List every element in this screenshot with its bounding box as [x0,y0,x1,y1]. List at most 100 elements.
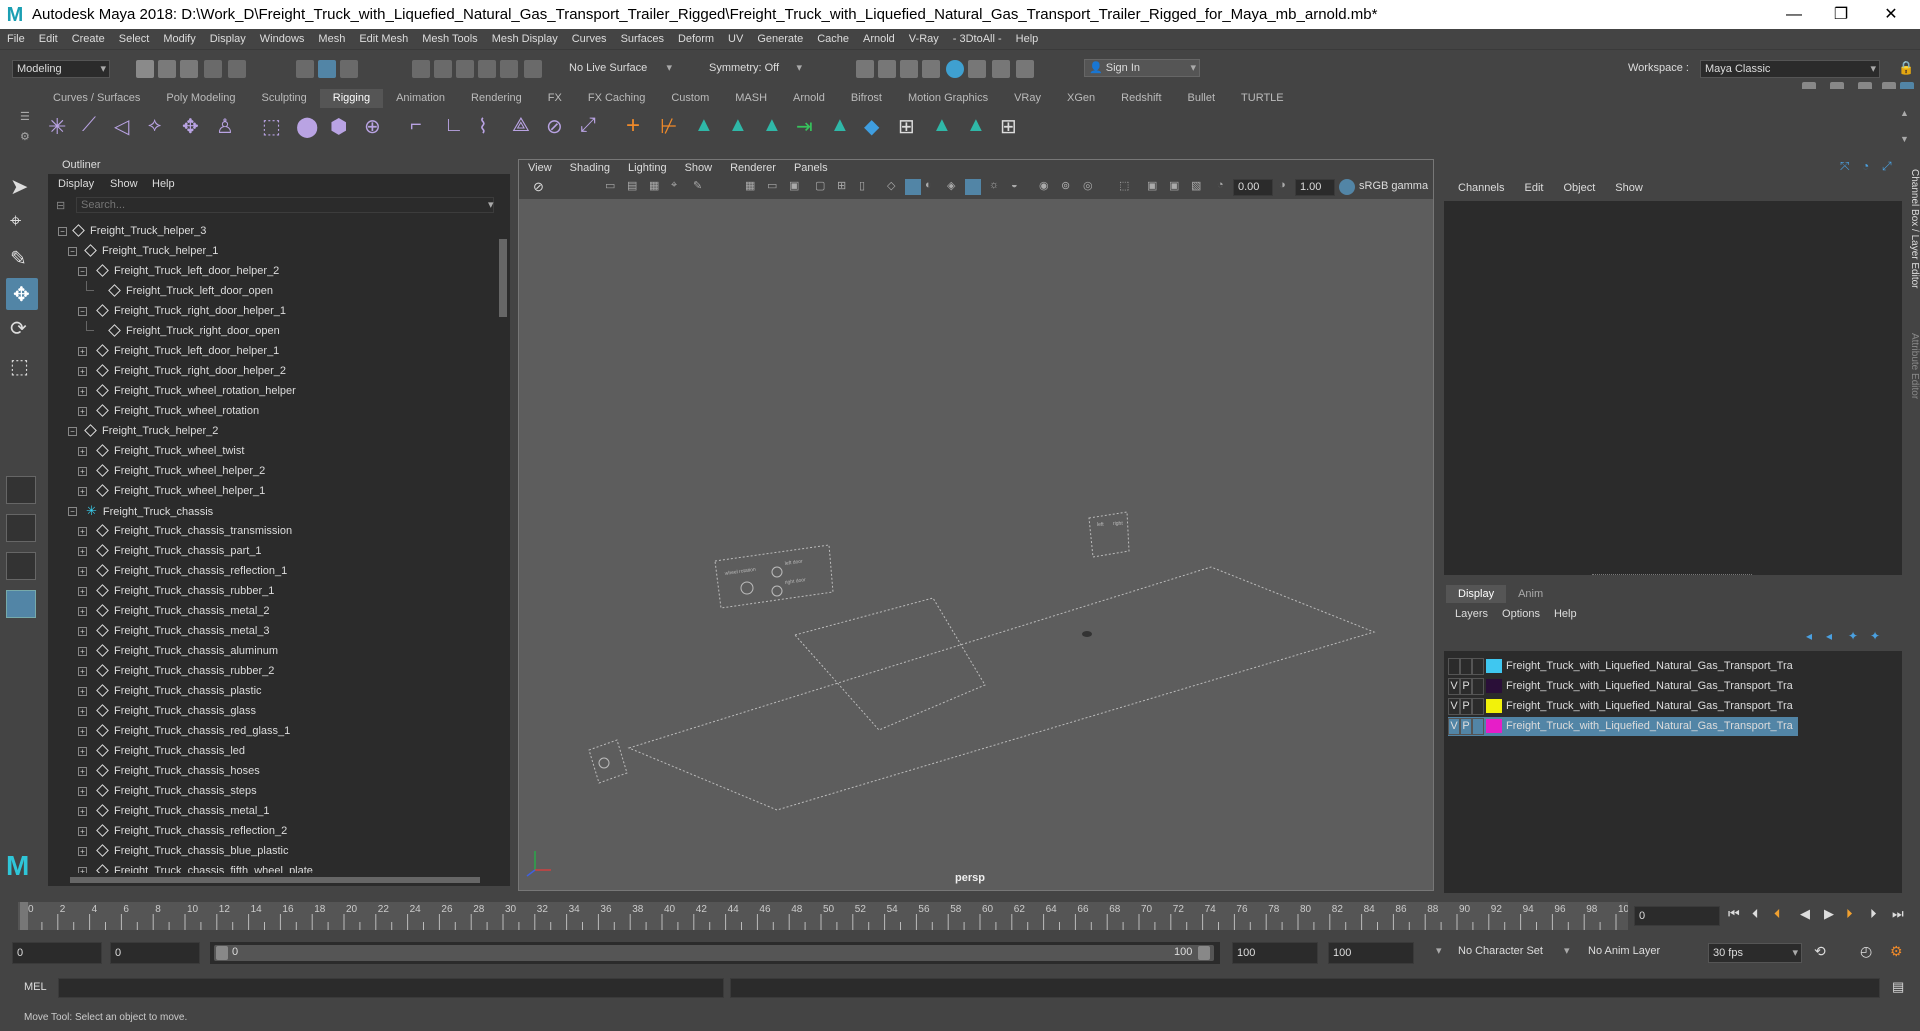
outliner-item[interactable]: + Freight_Truck_chassis_reflection_1 [48,561,494,581]
color-management-icon[interactable] [1339,179,1355,195]
wireframe-icon[interactable]: ◇ [887,179,895,192]
motion-path-icon[interactable]: ▲ [966,114,986,137]
orient-constraint-icon[interactable]: ▲ [728,114,748,137]
outliner-layout-icon[interactable] [6,590,36,618]
bind-skin-icon[interactable]: ⬚ [262,114,281,139]
menu-select[interactable]: Select [112,33,157,45]
layer-color-swatch[interactable] [1486,699,1502,713]
render-settings-icon[interactable] [922,60,940,78]
set-driven-key-icon[interactable]: ⊞ [1000,114,1017,139]
animation-preferences-icon[interactable]: ⚙ [1890,943,1903,960]
shelf-tab-curves-surfaces[interactable]: Curves / Surfaces [40,89,153,108]
gamma-field[interactable]: 1.00 [1295,179,1335,196]
isolate-select-icon[interactable]: ⬚ [1119,179,1129,192]
outliner-item[interactable]: + Freight_Truck_chassis_rubber_1 [48,581,494,601]
tab-display[interactable]: Display [1446,585,1507,603]
outliner-menu-display[interactable]: Display [58,175,94,193]
menu-modify[interactable]: Modify [156,33,202,45]
playback-start-field[interactable]: 0 [110,942,200,964]
outliner-item[interactable]: + Freight_Truck_chassis_red_glass_1 [48,721,494,741]
bend-deformer-icon[interactable]: ⌐ [410,114,422,137]
outliner-item[interactable]: + Freight_Truck_chassis_plastic [48,681,494,701]
step-back-frame-icon[interactable]: ⏴ [1752,906,1759,922]
outliner-item[interactable]: − Freight_Truck_helper_1 [48,241,494,261]
playback-end-field[interactable]: 100 [1232,942,1318,964]
exposure-icon[interactable]: ◔ [1217,179,1224,191]
layer-color-swatch[interactable] [1486,659,1502,673]
search-options-icon[interactable]: ▾ [488,198,494,211]
layer-display-type-toggle[interactable] [1472,678,1484,695]
smooth-shade-all-icon[interactable] [905,179,921,195]
shadows-icon[interactable]: ☼ [989,179,999,191]
create-layer-from-selected-icon[interactable]: ✦ [1870,629,1880,643]
layer-menu-help[interactable]: Help [1547,605,1584,623]
expand-icon[interactable]: + [78,567,87,576]
current-frame-field[interactable]: 0 [1634,906,1720,926]
shelf-tab-motion-graphics[interactable]: Motion Graphics [895,89,1001,108]
two-pane-layout-icon[interactable] [6,552,36,580]
safe-action-icon[interactable]: ▯ [859,179,865,192]
scale-constraint-icon[interactable]: ▲ [762,114,782,137]
layer-display-type-toggle[interactable] [1472,698,1484,715]
fps-dropdown[interactable]: 30 fps [1708,943,1802,963]
loop-icon[interactable]: ⟲ [1814,943,1826,960]
shelf-tab-xgen[interactable]: XGen [1054,89,1108,108]
range-end-handle[interactable] [1198,946,1210,960]
shelf-settings-icon[interactable]: ⚙ [20,130,30,143]
select-object-icon[interactable] [318,60,336,78]
menu-help[interactable]: Help [1009,33,1046,45]
expand-icon[interactable]: + [78,627,87,636]
shelf-tab-vray[interactable]: VRay [1001,89,1054,108]
new-scene-icon[interactable] [136,60,154,78]
menu-edit-mesh[interactable]: Edit Mesh [352,33,415,45]
display-layer-row[interactable]: V P Freight_Truck_with_Liquefied_Natural_G… [1448,677,1798,696]
open-scene-icon[interactable] [158,60,176,78]
shelf-tab-bullet[interactable]: Bullet [1175,89,1229,108]
menu-mesh-tools[interactable]: Mesh Tools [415,33,484,45]
expand-icon[interactable]: + [78,847,87,856]
redo-icon[interactable] [228,60,246,78]
grease-pencil-icon[interactable]: ✎ [693,179,702,192]
expand-icon[interactable]: + [78,647,87,656]
layer-visibility-toggle[interactable]: V [1448,698,1460,715]
workspace-dropdown[interactable]: Maya Classic [1700,60,1880,78]
range-slider-bar[interactable]: 0 100 [214,945,1214,961]
menu-curves[interactable]: Curves [565,33,614,45]
humanik-icon[interactable]: ♙ [216,114,234,139]
expand-icon[interactable]: + [78,787,87,796]
character-set-label[interactable]: No Character Set [1458,945,1543,957]
character-set-dropdown-icon[interactable]: ▾ [1436,944,1442,957]
perspective-viewport[interactable]: View Shading Lighting Show Renderer Panels ⊘ … [518,159,1434,891]
outliner-item[interactable]: + Freight_Truck_wheel_twist [48,441,494,461]
expand-icon[interactable]: + [78,587,87,596]
create-joints-icon[interactable]: ✳ [48,114,66,140]
outliner-item[interactable]: + Freight_Truck_wheel_rotation [48,401,494,421]
menu-display[interactable]: Display [203,33,253,45]
undo-icon[interactable] [204,60,222,78]
render-sequence-icon[interactable] [878,60,896,78]
outliner-menu-show[interactable]: Show [110,175,138,193]
outliner-menu-help[interactable]: Help [152,175,175,193]
twist-deformer-icon[interactable]: ∟ [444,114,464,137]
restore-icon[interactable]: ❐ [1818,0,1864,29]
shelf-tab-bifrost[interactable]: Bifrost [838,89,895,108]
outliner-item[interactable]: − ✳ Freight_Truck_chassis [48,501,494,521]
layer-playback-toggle[interactable]: P [1460,698,1472,715]
gamma-icon[interactable]: ◑ [1279,179,1286,191]
outliner-item[interactable]: + Freight_Truck_right_door_helper_2 [48,361,494,381]
outliner-item[interactable]: + Freight_Truck_wheel_rotation_helper [48,381,494,401]
outliner-item[interactable]: + Freight_Truck_chassis_blue_plastic [48,841,494,861]
animation-end-field[interactable]: 100 [1328,942,1414,964]
save-scene-icon[interactable] [180,60,198,78]
sculpt-deformer-icon[interactable]: ⊘ [546,114,563,139]
locator-icon[interactable]: + [626,112,640,140]
select-hierarchy-icon[interactable] [296,60,314,78]
layer-visibility-toggle[interactable]: V [1448,678,1460,695]
rotate-tool-icon[interactable]: ⟳ [10,316,27,341]
lattice-icon[interactable]: ⬢ [330,114,347,139]
viewport-menu-panels[interactable]: Panels [785,160,837,177]
close-icon[interactable]: ✕ [1868,0,1914,29]
shelf-menu-icon[interactable]: ☰ [20,110,30,123]
layer-playback-toggle[interactable]: P [1460,718,1472,735]
expand-icon[interactable]: + [78,807,87,816]
